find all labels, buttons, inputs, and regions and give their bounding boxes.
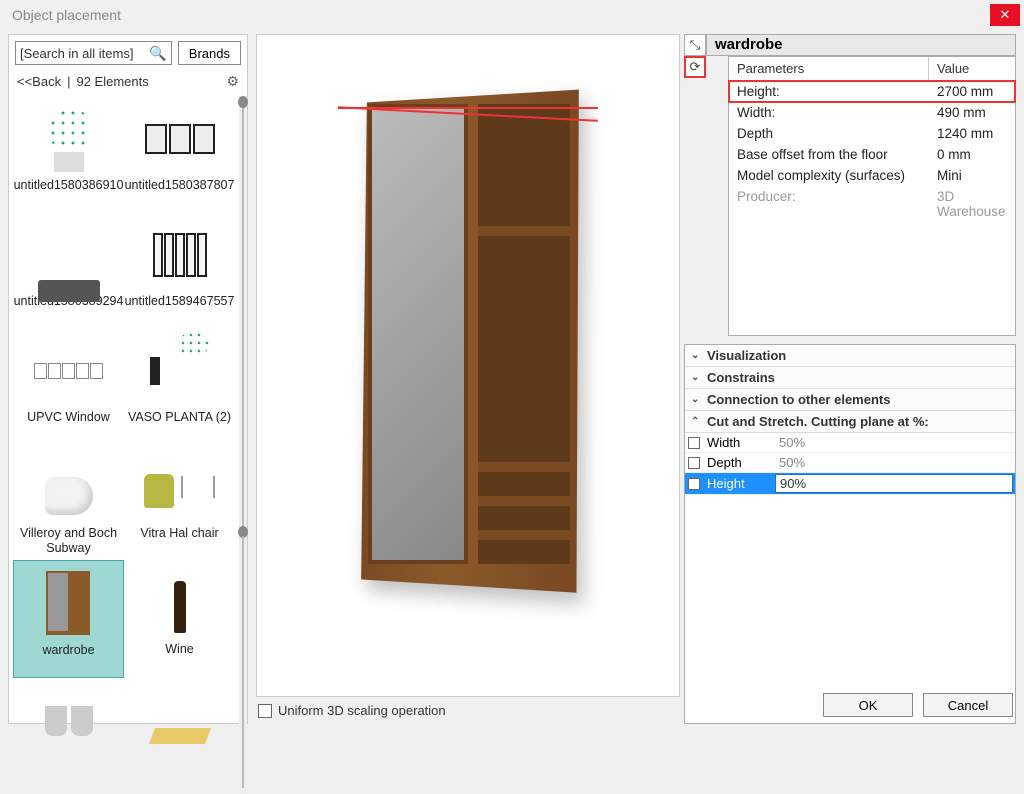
param-name: Base offset from the floor [729,144,929,165]
section-connection[interactable]: ⌄Connection to other elements [685,389,1015,411]
preview-panel: Uniform 3D scaling operation [252,30,684,728]
library-item[interactable]: UPVC Window [13,328,124,444]
library-scrollbar[interactable] [239,96,247,794]
cut-stretch-checkbox[interactable] [688,437,700,449]
object-header: ⤡ wardrobe [684,34,1016,56]
library-item[interactable]: wardrobe [13,560,124,678]
library-item[interactable]: untitled1589467557 [124,212,235,328]
cut-stretch-value[interactable]: 90% [775,474,1013,493]
gear-icon[interactable]: ⚙ [226,73,239,90]
library-item[interactable]: Vitra Hal chair [124,444,235,560]
chevron-down-icon: ⌄ [691,372,701,383]
cancel-button[interactable]: Cancel [923,693,1013,717]
col-parameters: Parameters [729,57,929,80]
param-row[interactable]: Depth1240 mm [729,123,1015,144]
object-name: wardrobe [706,34,1016,56]
param-row[interactable]: Model complexity (surfaces)Mini [729,165,1015,186]
library-item[interactable] [13,678,124,794]
breadcrumb: <<Back | 92 Elements ⚙ [9,71,247,96]
col-value: Value [929,57,977,80]
param-row[interactable]: Width:490 mm [729,102,1015,123]
cut-stretch-name: Height [703,474,773,493]
back-link[interactable]: <<Back [17,74,61,89]
ok-button[interactable]: OK [823,693,913,717]
library-grid: untitled1580386910untitled1580387807unti… [9,96,239,794]
cut-stretch-value[interactable]: 50% [773,433,1015,452]
param-name: Depth [729,123,929,144]
param-name: Producer: [729,186,929,222]
parameters-table: Parameters Value Height:2700 mmWidth:490… [728,56,1016,336]
brands-button[interactable]: Brands [178,41,241,65]
param-row[interactable]: Base offset from the floor0 mm [729,144,1015,165]
library-item-label: Vitra Hal chair [140,526,218,556]
sections: ⌄Visualization ⌄Constrains ⌄Connection t… [684,344,1016,724]
cut-stretch-name: Depth [703,453,773,472]
uniform-scaling-label: Uniform 3D scaling operation [278,703,446,718]
library-item[interactable]: Wine [124,560,235,678]
param-value: 2700 mm [929,81,1015,102]
param-value: 1240 mm [929,123,1015,144]
param-value: 3D Warehouse [929,186,1015,222]
param-name: Height: [729,81,929,102]
chevron-down-icon: ⌄ [691,350,701,361]
library-item[interactable] [124,678,235,794]
preview-viewport[interactable] [256,34,680,697]
content-area: [Search in all items] 🔍 Brands <<Back | … [0,30,1024,728]
parameters-header: Parameters Value [729,57,1015,81]
param-value: 0 mm [929,144,1015,165]
param-name: Width: [729,102,929,123]
cut-stretch-value[interactable]: 50% [773,453,1015,472]
breadcrumb-sep: | [67,74,70,89]
close-button[interactable]: ✕ [990,4,1020,26]
library-item[interactable]: Villeroy and Boch Subway [13,444,124,560]
element-count: 92 Elements [76,74,148,89]
param-value: Mini [929,165,1015,186]
cut-stretch-row[interactable]: ✓Height90% [685,473,1015,495]
cut-stretch-row[interactable]: Depth50% [685,453,1015,473]
cut-stretch-row[interactable]: Width50% [685,433,1015,453]
window-title: Object placement [12,7,121,23]
library-scroll-wrap: untitled1580386910untitled1580387807unti… [9,96,247,794]
library-item-label: VASO PLANTA (2) [128,410,231,440]
dialog-buttons: OK Cancel [685,687,1015,723]
chevron-down-icon: ⌄ [691,394,701,405]
library-item-label: untitled1580387807 [125,178,235,208]
section-cut-stretch[interactable]: ⌃Cut and Stretch. Cutting plane at %: [685,411,1015,433]
close-icon: ✕ [1000,7,1011,23]
library-item[interactable]: VASO PLANTA (2) [124,328,235,444]
expand-icon[interactable]: ⤡ [684,34,706,56]
search-placeholder: [Search in all items] [20,46,133,61]
mini-buttons: ⤡ [684,34,706,56]
param-name: Model complexity (surfaces) [729,165,929,186]
param-row[interactable]: Producer:3D Warehouse [729,186,1015,222]
library-item-label: UPVC Window [27,410,110,440]
search-input[interactable]: [Search in all items] 🔍 [15,41,172,65]
library-item-label: Villeroy and Boch Subway [15,526,122,556]
cut-stretch-name: Width [703,433,773,452]
library-item-label: wardrobe [42,643,94,673]
library-item-label: Wine [165,642,193,672]
section-constrains[interactable]: ⌄Constrains [685,367,1015,389]
cut-stretch-checkbox[interactable]: ✓ [688,478,700,490]
refresh-icon[interactable]: ⟳ [684,56,706,78]
library-item-label: untitled1589467557 [125,294,235,324]
library-panel: [Search in all items] 🔍 Brands <<Back | … [8,34,248,724]
param-row[interactable]: Height:2700 mm [729,81,1015,102]
section-visualization[interactable]: ⌄Visualization [685,345,1015,367]
chevron-up-icon: ⌃ [691,416,701,427]
properties-panel: ⤡ wardrobe ⟳ Parameters Value Height:270… [684,30,1024,728]
uniform-scaling-checkbox[interactable] [258,704,272,718]
library-item[interactable]: untitled1580389294 [13,212,124,328]
title-bar: Object placement ✕ [0,0,1024,30]
search-row: [Search in all items] 🔍 Brands [9,35,247,71]
library-item-label: untitled1580386910 [14,178,124,208]
param-value: 490 mm [929,102,1015,123]
search-icon: 🔍 [149,45,166,62]
library-item[interactable]: untitled1580386910 [13,96,124,212]
library-item[interactable]: untitled1580387807 [124,96,235,212]
cut-stretch-checkbox[interactable] [688,457,700,469]
cut-stretch-rows: Width50%Depth50%✓Height90% [685,433,1015,495]
wardrobe-3d [358,94,578,584]
uniform-scaling-row: Uniform 3D scaling operation [256,697,680,724]
